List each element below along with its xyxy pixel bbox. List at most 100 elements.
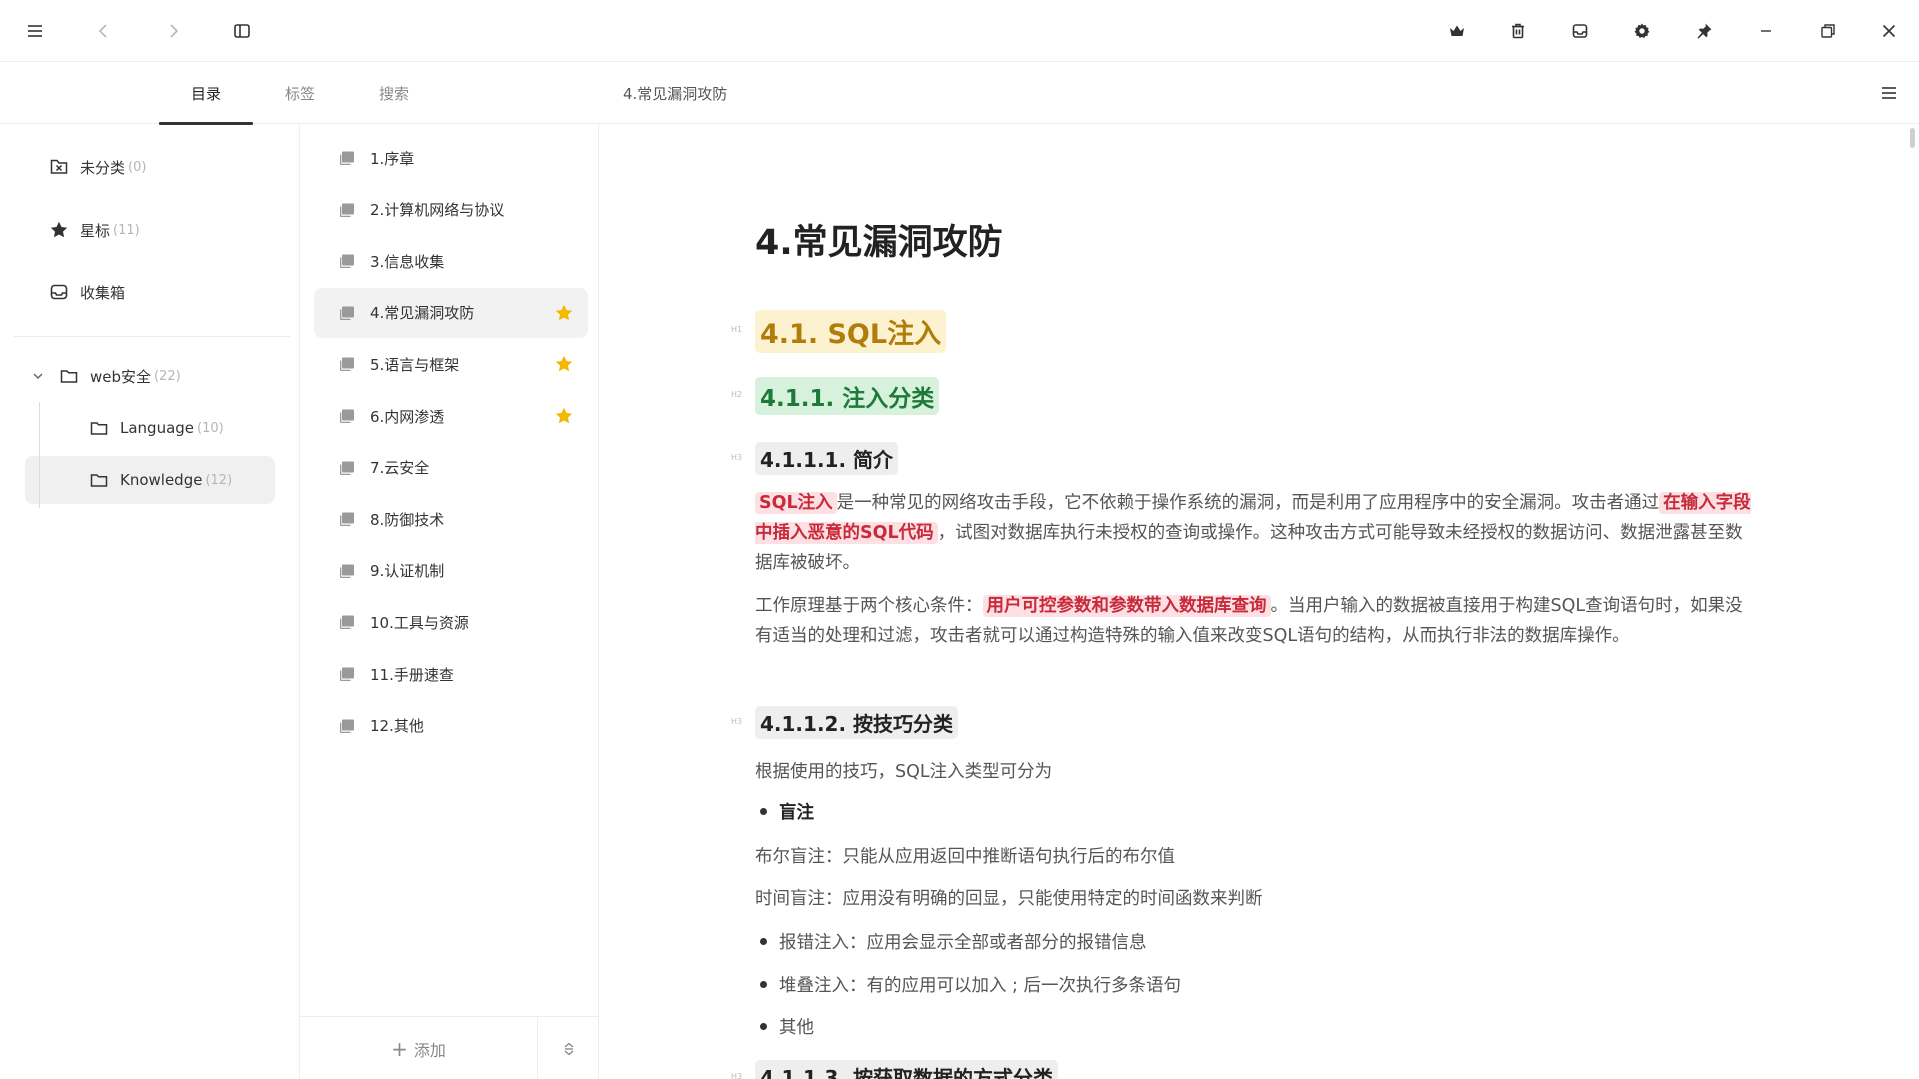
note-item[interactable]: 8.防御技术 xyxy=(314,494,588,544)
note-item[interactable]: 5.语言与框架 xyxy=(314,339,588,389)
heading-h2: 4.1.1. 注入分类 xyxy=(755,377,940,415)
forward-icon[interactable] xyxy=(153,11,193,51)
list-item: 其他 xyxy=(755,1014,814,1039)
note-item[interactable]: 12.其他 xyxy=(314,701,588,751)
highlight: 用户可控参数和参数带入数据库查询 xyxy=(982,595,1271,617)
back-icon[interactable] xyxy=(84,11,124,51)
list-item-text: 堆叠注入：有的应用可以加入 ; 后一次执行多条语句 xyxy=(779,976,1182,996)
note-item-label: 1.序章 xyxy=(370,149,415,168)
sidebar-toggle-icon[interactable] xyxy=(222,11,262,51)
sidebar-item-label: 收集箱 xyxy=(80,283,126,302)
settings-icon[interactable] xyxy=(1622,11,1662,51)
paragraph-text: 工作原理基于两个核心条件： xyxy=(755,596,983,616)
note-item[interactable]: 4.常见漏洞攻防 xyxy=(314,287,588,338)
document-header: 4.常见漏洞攻防 xyxy=(599,62,1919,124)
star-icon[interactable] xyxy=(554,406,574,426)
pin-icon[interactable] xyxy=(1684,11,1724,51)
paragraph-text: 是一种常见的网络攻击手段，它不依赖于操作系统的漏洞，而是利用了应用程序中的安全漏… xyxy=(836,493,1660,513)
note-item-label: 4.常见漏洞攻防 xyxy=(370,304,475,323)
note-item[interactable]: 2.计算机网络与协议 xyxy=(314,185,588,235)
paragraph-principle: 工作原理基于两个核心条件： 用户可控参数和参数带入数据库查询 。当用户输入的数据被直… xyxy=(755,591,1755,651)
note-item-label: 2.计算机网络与协议 xyxy=(370,201,505,220)
sidebar-item-inbox[interactable]: 收集箱 xyxy=(24,270,274,314)
list-item: 报错注入：应用会显示全部或者部分的报错信息 xyxy=(755,929,1147,954)
note-item[interactable]: 3.信息收集 xyxy=(314,236,588,286)
star-icon[interactable] xyxy=(554,354,574,374)
inbox-icon[interactable] xyxy=(1560,11,1600,51)
close-icon[interactable] xyxy=(1869,11,1909,51)
note-item-label: 5.语言与框架 xyxy=(370,355,460,374)
h1-marker: H1 xyxy=(731,325,743,334)
note-stack-icon xyxy=(338,510,356,528)
note-item[interactable]: 6.内网渗透 xyxy=(314,391,588,441)
bullet-dot xyxy=(760,808,767,815)
note-item-label: 10.工具与资源 xyxy=(370,613,469,632)
chevron-down-icon[interactable] xyxy=(30,368,46,384)
sort-icon[interactable] xyxy=(538,1017,599,1079)
list-item: 盲注 xyxy=(755,799,814,824)
folder-icon xyxy=(88,469,110,491)
note-item-label: 3.信息收集 xyxy=(370,252,445,271)
tab-toc[interactable]: 目录 xyxy=(159,62,253,125)
note-item-label: 11.手册速查 xyxy=(370,665,454,684)
star-icon[interactable] xyxy=(554,303,574,323)
note-item[interactable]: 9.认证机制 xyxy=(314,546,588,596)
note-stack-icon xyxy=(338,355,356,373)
crown-icon[interactable] xyxy=(1437,11,1477,51)
paragraph-intro: SQL注入 是一种常见的网络攻击手段，它不依赖于操作系统的漏洞，而是利用了应用程序… xyxy=(755,488,1755,578)
note-list: 1.序章 2.计算机网络与协议 3.信息收集 4.常见漏洞攻防 5.语言与框架 6.内网渗… xyxy=(300,124,599,1079)
list-item-text: 其他 xyxy=(779,1018,814,1038)
folder-web-security[interactable]: web安全 (22) xyxy=(30,352,280,400)
list-item: 堆叠注入：有的应用可以加入 ; 后一次执行多条语句 xyxy=(755,972,1181,997)
note-stack-icon xyxy=(338,304,356,322)
note-item-label: 6.内网渗透 xyxy=(370,407,445,426)
tree-guide-line xyxy=(39,402,40,508)
restore-icon[interactable] xyxy=(1808,11,1848,51)
bullet-dot xyxy=(760,1023,767,1030)
paragraph-types: 根据使用的技巧，SQL注入类型可分为 xyxy=(755,762,1053,782)
note-item[interactable]: 7.云安全 xyxy=(314,443,588,493)
list-item-text: 盲注 xyxy=(779,803,814,823)
bullet-dot xyxy=(760,981,767,988)
note-item[interactable]: 11.手册速查 xyxy=(314,649,588,699)
note-stack-icon xyxy=(338,717,356,735)
menu-icon[interactable] xyxy=(15,11,55,51)
note-stack-icon xyxy=(338,613,356,631)
note-stack-icon xyxy=(338,665,356,683)
folder-language[interactable]: Language (10) xyxy=(88,404,278,452)
folder-label: Knowledge xyxy=(120,471,203,489)
note-item[interactable]: 1.序章 xyxy=(314,133,588,183)
note-stack-icon xyxy=(338,562,356,580)
list-item-text: 报错注入：应用会显示全部或者部分的报错信息 xyxy=(779,933,1147,953)
document-outline-icon[interactable] xyxy=(1869,73,1909,113)
folder-count: (10) xyxy=(197,420,224,436)
scrollbar[interactable] xyxy=(1910,128,1915,148)
trash-icon[interactable] xyxy=(1498,11,1538,51)
sidebar-item-uncategorized[interactable]: 未分类 (0) xyxy=(24,145,274,189)
category-sidebar: 未分类 (0) 星标 (11) 收集箱 web安全 (22) Language … xyxy=(0,124,300,1079)
paragraph-bool-blind: 布尔盲注：只能从应用返回中推断语句执行后的布尔值 xyxy=(755,847,1175,867)
folder-knowledge[interactable]: Knowledge (12) xyxy=(25,456,275,504)
bullet-dot xyxy=(760,938,767,945)
note-item-label: 12.其他 xyxy=(370,717,424,736)
tray-icon xyxy=(48,281,70,303)
heading-h3-intro: 4.1.1.1. 简介 xyxy=(755,442,899,475)
highlight: SQL注入 xyxy=(755,492,837,514)
note-stack-icon xyxy=(338,459,356,477)
folder-label: Language xyxy=(120,419,195,437)
heading-h3-data: 4.1.1.3. 按获取数据的方式分类 xyxy=(755,1060,1059,1079)
sidebar-item-starred[interactable]: 星标 (11) xyxy=(24,208,274,252)
sidebar-item-label: 星标 xyxy=(80,221,111,240)
add-note-button[interactable]: + 添加 xyxy=(300,1017,538,1079)
tab-search[interactable]: 搜索 xyxy=(347,62,441,124)
minimize-icon[interactable] xyxy=(1746,11,1786,51)
sidebar-item-count: (0) xyxy=(128,159,147,175)
note-item[interactable]: 10.工具与资源 xyxy=(314,597,588,647)
note-item-label: 8.防御技术 xyxy=(370,510,445,529)
note-stack-icon xyxy=(338,201,356,219)
sidebar-divider xyxy=(14,336,290,337)
h3-marker: H3 xyxy=(731,453,743,462)
document-view[interactable]: 4.常见漏洞攻防 H1 4.1. SQL注入 H2 4.1.1. 注入分类 H3… xyxy=(599,124,1919,1079)
tab-tags[interactable]: 标签 xyxy=(253,62,347,124)
title-bar xyxy=(0,0,1919,62)
